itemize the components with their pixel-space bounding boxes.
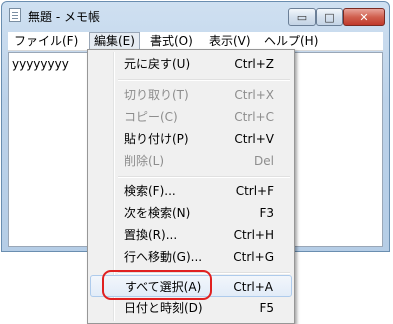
menu-item-shortcut: Ctrl+A — [233, 280, 273, 294]
menu-item-shortcut: Ctrl+Z — [234, 57, 274, 71]
notepad-icon — [9, 8, 21, 22]
menu-item-label: 行へ移動(G)... — [124, 250, 203, 264]
window-title: 無題 - メモ帳 — [28, 10, 100, 24]
close-icon: ✕ — [359, 10, 369, 24]
menu-item-find-next[interactable]: 次を検索(N) F3 — [90, 202, 292, 224]
minimize-icon: ▭ — [296, 10, 308, 24]
menu-item-label: 検索(F)... — [124, 184, 176, 198]
menu-file[interactable]: ファイル(F) — [10, 33, 82, 50]
highlight-circle — [102, 270, 212, 300]
menu-item-cut[interactable]: 切り取り(T) Ctrl+X — [90, 84, 292, 106]
maximize-icon: □ — [324, 10, 335, 24]
menu-item-shortcut: Ctrl+G — [233, 250, 274, 264]
menu-item-paste[interactable]: 貼り付け(P) Ctrl+V — [90, 128, 292, 150]
menu-item-label: 置換(R)... — [124, 228, 178, 242]
menu-item-find[interactable]: 検索(F)... Ctrl+F — [90, 180, 292, 202]
menu-item-shortcut: Del — [254, 154, 274, 168]
menu-format[interactable]: 書式(O) — [146, 33, 197, 50]
menu-item-copy[interactable]: コピー(C) Ctrl+C — [90, 106, 292, 128]
menu-item-delete[interactable]: 削除(L) Del — [90, 150, 292, 172]
menu-item-shortcut: F3 — [259, 206, 274, 220]
menu-item-label: コピー(C) — [124, 110, 178, 124]
menu-help[interactable]: ヘルプ(H) — [260, 33, 322, 50]
menu-item-datetime[interactable]: 日付と時刻(D) F5 — [90, 297, 292, 319]
menu-item-shortcut: Ctrl+F — [235, 184, 274, 198]
menu-item-replace[interactable]: 置換(R)... Ctrl+H — [90, 224, 292, 246]
menu-item-shortcut: Ctrl+X — [234, 88, 274, 102]
menu-separator — [118, 79, 290, 81]
title-bar[interactable]: 無題 - メモ帳 ▭ □ ✕ — [2, 2, 389, 30]
close-button[interactable]: ✕ — [343, 8, 385, 26]
menu-item-shortcut: Ctrl+H — [233, 228, 274, 242]
menu-item-shortcut: Ctrl+V — [234, 132, 274, 146]
menu-item-label: 元に戻す(U) — [124, 57, 191, 71]
menu-item-shortcut: Ctrl+C — [234, 110, 274, 124]
menu-item-goto[interactable]: 行へ移動(G)... Ctrl+G — [90, 246, 292, 268]
menu-item-label: 切り取り(T) — [124, 88, 189, 102]
menu-item-label: 次を検索(N) — [124, 206, 191, 220]
menu-item-undo[interactable]: 元に戻す(U) Ctrl+Z — [90, 53, 292, 75]
menu-separator — [118, 176, 290, 178]
menu-item-shortcut: F5 — [259, 301, 274, 315]
minimize-button[interactable]: ▭ — [288, 8, 316, 26]
menu-item-label: 削除(L) — [124, 154, 165, 168]
editor-content: yyyyyyyy — [12, 57, 69, 71]
menu-item-label: 貼り付け(P) — [124, 132, 189, 146]
menu-view[interactable]: 表示(V) — [205, 33, 255, 50]
maximize-button[interactable]: □ — [316, 8, 343, 26]
menu-item-label: 日付と時刻(D) — [124, 301, 203, 315]
